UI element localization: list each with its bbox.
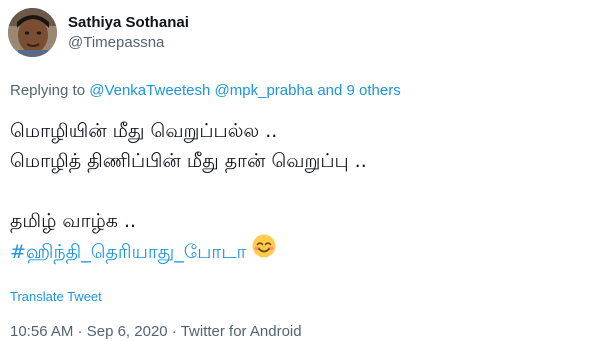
tweet-meta: 10:56 AM · Sep 6, 2020 · Twitter for And…	[10, 323, 302, 341]
tweet-line: மொழியின் மீது வெறுப்பல்ல ..	[10, 120, 278, 142]
tweet-line: தமிழ் வாழ்க ..	[10, 210, 137, 232]
replying-and: and	[313, 82, 347, 99]
tweet-source[interactable]: Twitter for Android	[181, 323, 302, 340]
tweet-date[interactable]: Sep 6, 2020	[87, 323, 168, 340]
others-link[interactable]: 9 others	[347, 82, 401, 99]
tweet: Sathiya Sothanai @Timepassna Replying to…	[0, 0, 600, 341]
user-handle[interactable]: @Timepassna	[68, 34, 189, 52]
hashtag-link[interactable]: #ஹிந்தி_தெரியாது_போடா	[10, 241, 246, 263]
replying-prefix: Replying to	[10, 82, 90, 99]
translate-tweet-link[interactable]: Translate Tweet	[10, 289, 102, 305]
avatar-image	[8, 8, 57, 57]
avatar[interactable]	[8, 8, 57, 57]
tweet-text: மொழியின் மீது வெறுப்பல்ல .. மொழித் திணிப…	[10, 116, 595, 266]
tweet-time[interactable]: 10:56 AM	[10, 323, 73, 340]
display-name[interactable]: Sathiya Sothanai	[68, 14, 189, 32]
smiling-face-icon	[252, 234, 276, 267]
mention-link[interactable]: @mpk_prabha	[215, 82, 314, 99]
mention-link[interactable]: @VenkaTweetesh	[89, 82, 210, 99]
replying-to: Replying to @VenkaTweetesh @mpk_prabha a…	[10, 81, 401, 101]
meta-separator: ·	[167, 323, 181, 340]
hashtag-line: #ஹிந்தி_தெரியாது_போடா	[10, 234, 595, 267]
tweet-line: மொழித் திணிப்பின் மீது தான் வெறுப்பு ..	[10, 150, 367, 172]
meta-separator: ·	[73, 323, 87, 340]
author-info: Sathiya Sothanai @Timepassna	[68, 14, 189, 52]
